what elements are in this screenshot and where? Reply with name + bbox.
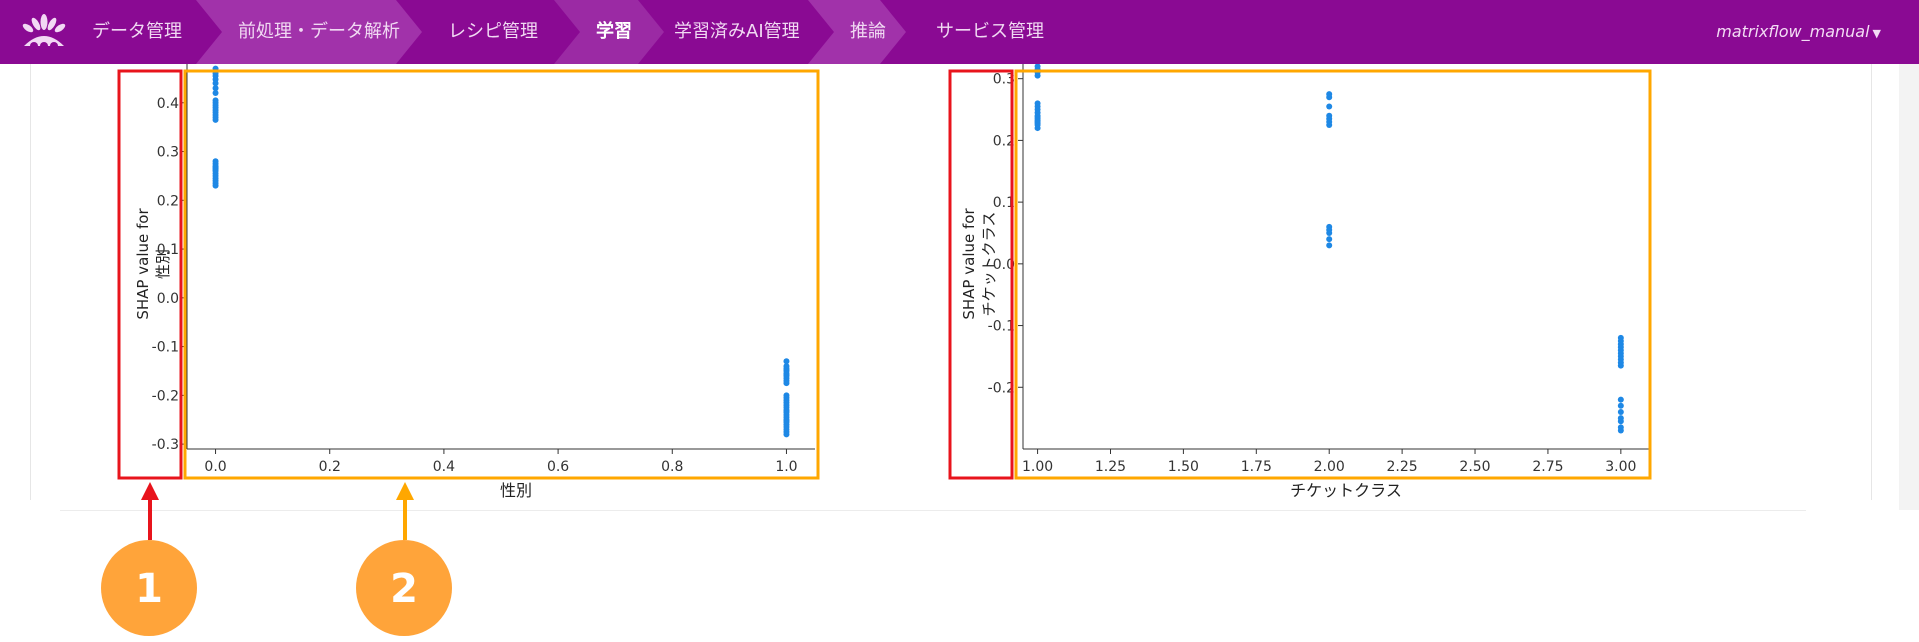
shap-dependence-plot-ticket-class: SHAP value for チケットクラス チケットクラス 0.3 0.2 0.1… — [940, 54, 1660, 510]
y-axis-label-line1: SHAP value for — [960, 208, 978, 320]
scatter-point — [212, 102, 219, 109]
scatter-point — [212, 182, 219, 189]
scatter-point — [1617, 418, 1624, 425]
scatter-point — [783, 417, 790, 424]
x-tick-label: 2.25 — [1387, 459, 1418, 475]
nav-item-label: 推論 — [850, 21, 886, 42]
step-badge-number: 2 — [390, 566, 418, 612]
x-tick-label: 1.50 — [1168, 459, 1199, 475]
y-tick-label: 0.2 — [993, 133, 1015, 149]
x-axis-label: 性別 — [500, 481, 532, 500]
scatter-point — [1326, 94, 1333, 101]
scatter-point — [1034, 125, 1041, 132]
user-name: matrixflow_manual — [1716, 22, 1870, 41]
y-tick-label: -0.2 — [988, 380, 1015, 396]
nav-item-label: 学習済みAI管理 — [674, 21, 800, 42]
scatter-point — [212, 116, 219, 123]
scatter-point — [1617, 402, 1624, 409]
page-scrollbar[interactable] — [1899, 64, 1919, 510]
top-navbar: データ管理 前処理・データ解析 レシピ管理 学習 学習済みAI管理 推論 サービ… — [0, 0, 1919, 64]
scatter-point — [1326, 229, 1333, 236]
nav-item-training[interactable]: 学習 — [554, 0, 666, 64]
x-tick-label: 0.2 — [319, 459, 341, 475]
y-tick-label: 0.1 — [993, 195, 1015, 211]
y-tick-label: -0.3 — [152, 437, 179, 453]
nav-item-recipe-management[interactable]: レシピ管理 — [414, 0, 546, 64]
y-tick-label: 0.3 — [993, 72, 1015, 88]
y-tick-label: 0.4 — [157, 96, 179, 112]
x-axis-label: チケットクラス — [1290, 481, 1402, 500]
scatter-point — [212, 90, 219, 97]
user-menu[interactable]: matrixflow_manual ▼ — [1716, 0, 1881, 64]
step-badge — [101, 540, 197, 636]
x-tick-label: 2.00 — [1314, 459, 1345, 475]
y-tick-label: 0.0 — [993, 257, 1015, 273]
nav-item-service-management[interactable]: サービス管理 — [908, 0, 1058, 64]
y-tick-label: -0.1 — [988, 319, 1015, 335]
nav-item-label: 学習 — [596, 21, 632, 42]
scatter-point — [783, 407, 790, 414]
nav-item-preprocessing[interactable]: 前処理・データ解析 — [196, 0, 424, 64]
scatter-point — [212, 76, 219, 83]
scatter-point — [783, 367, 790, 373]
x-tick-label: 0.4 — [433, 459, 455, 475]
y-tick-label: 0.2 — [157, 193, 179, 209]
caret-down-icon: ▼ — [1872, 27, 1881, 40]
step-badge-number: 1 — [135, 566, 163, 612]
scatter-point — [1617, 362, 1624, 369]
scatter-point — [1617, 396, 1624, 403]
nav-item-label: サービス管理 — [936, 21, 1044, 42]
scatter-point — [783, 380, 790, 387]
y-axis-label-line1: SHAP value for — [134, 208, 152, 320]
nav-item-data-management[interactable]: データ管理 — [78, 0, 196, 64]
scatter-point — [783, 394, 790, 401]
y-tick-label: 0.3 — [157, 145, 179, 161]
step-badge — [356, 540, 452, 636]
x-tick-label: 0.0 — [204, 459, 226, 475]
scatter-point — [783, 431, 790, 438]
nav-item-label: レシピ管理 — [448, 21, 538, 42]
scatter-point — [1326, 236, 1333, 243]
x-tick-label: 1.0 — [775, 459, 797, 475]
x-tick-label: 1.00 — [1022, 459, 1053, 475]
y-tick-label: 0.0 — [157, 291, 179, 307]
y-tick-label: -0.2 — [152, 388, 179, 404]
x-tick-label: 2.50 — [1459, 459, 1490, 475]
x-tick-label: 3.00 — [1605, 459, 1636, 475]
shap-dependence-plot-sex: SHAP value for 性別 性別 0.50.40.30.20.10.0-… — [110, 47, 830, 510]
x-tick-label: 0.6 — [547, 459, 569, 475]
scatter-point — [1326, 242, 1333, 249]
divider — [60, 510, 1806, 511]
scatter-point — [212, 167, 219, 174]
nav-item-trained-ai-management[interactable]: 学習済みAI管理 — [656, 0, 826, 64]
nav-item-label: データ管理 — [92, 21, 182, 42]
scatter-point — [1617, 427, 1624, 434]
scatter-point — [1034, 72, 1041, 79]
x-tick-label: 2.75 — [1532, 459, 1563, 475]
nav-item-label: 前処理・データ解析 — [238, 21, 400, 42]
y-tick-label: 0.1 — [157, 242, 179, 258]
flower-logo-icon[interactable] — [18, 12, 70, 52]
x-tick-label: 1.75 — [1241, 459, 1272, 475]
x-tick-label: 0.8 — [661, 459, 683, 475]
scatter-point — [1326, 121, 1333, 128]
x-tick-label: 1.25 — [1095, 459, 1126, 475]
scatter-point — [1326, 103, 1333, 110]
scatter-point — [1617, 408, 1624, 415]
nav-item-inference[interactable]: 推論 — [808, 0, 908, 64]
y-tick-label: -0.1 — [152, 340, 179, 356]
